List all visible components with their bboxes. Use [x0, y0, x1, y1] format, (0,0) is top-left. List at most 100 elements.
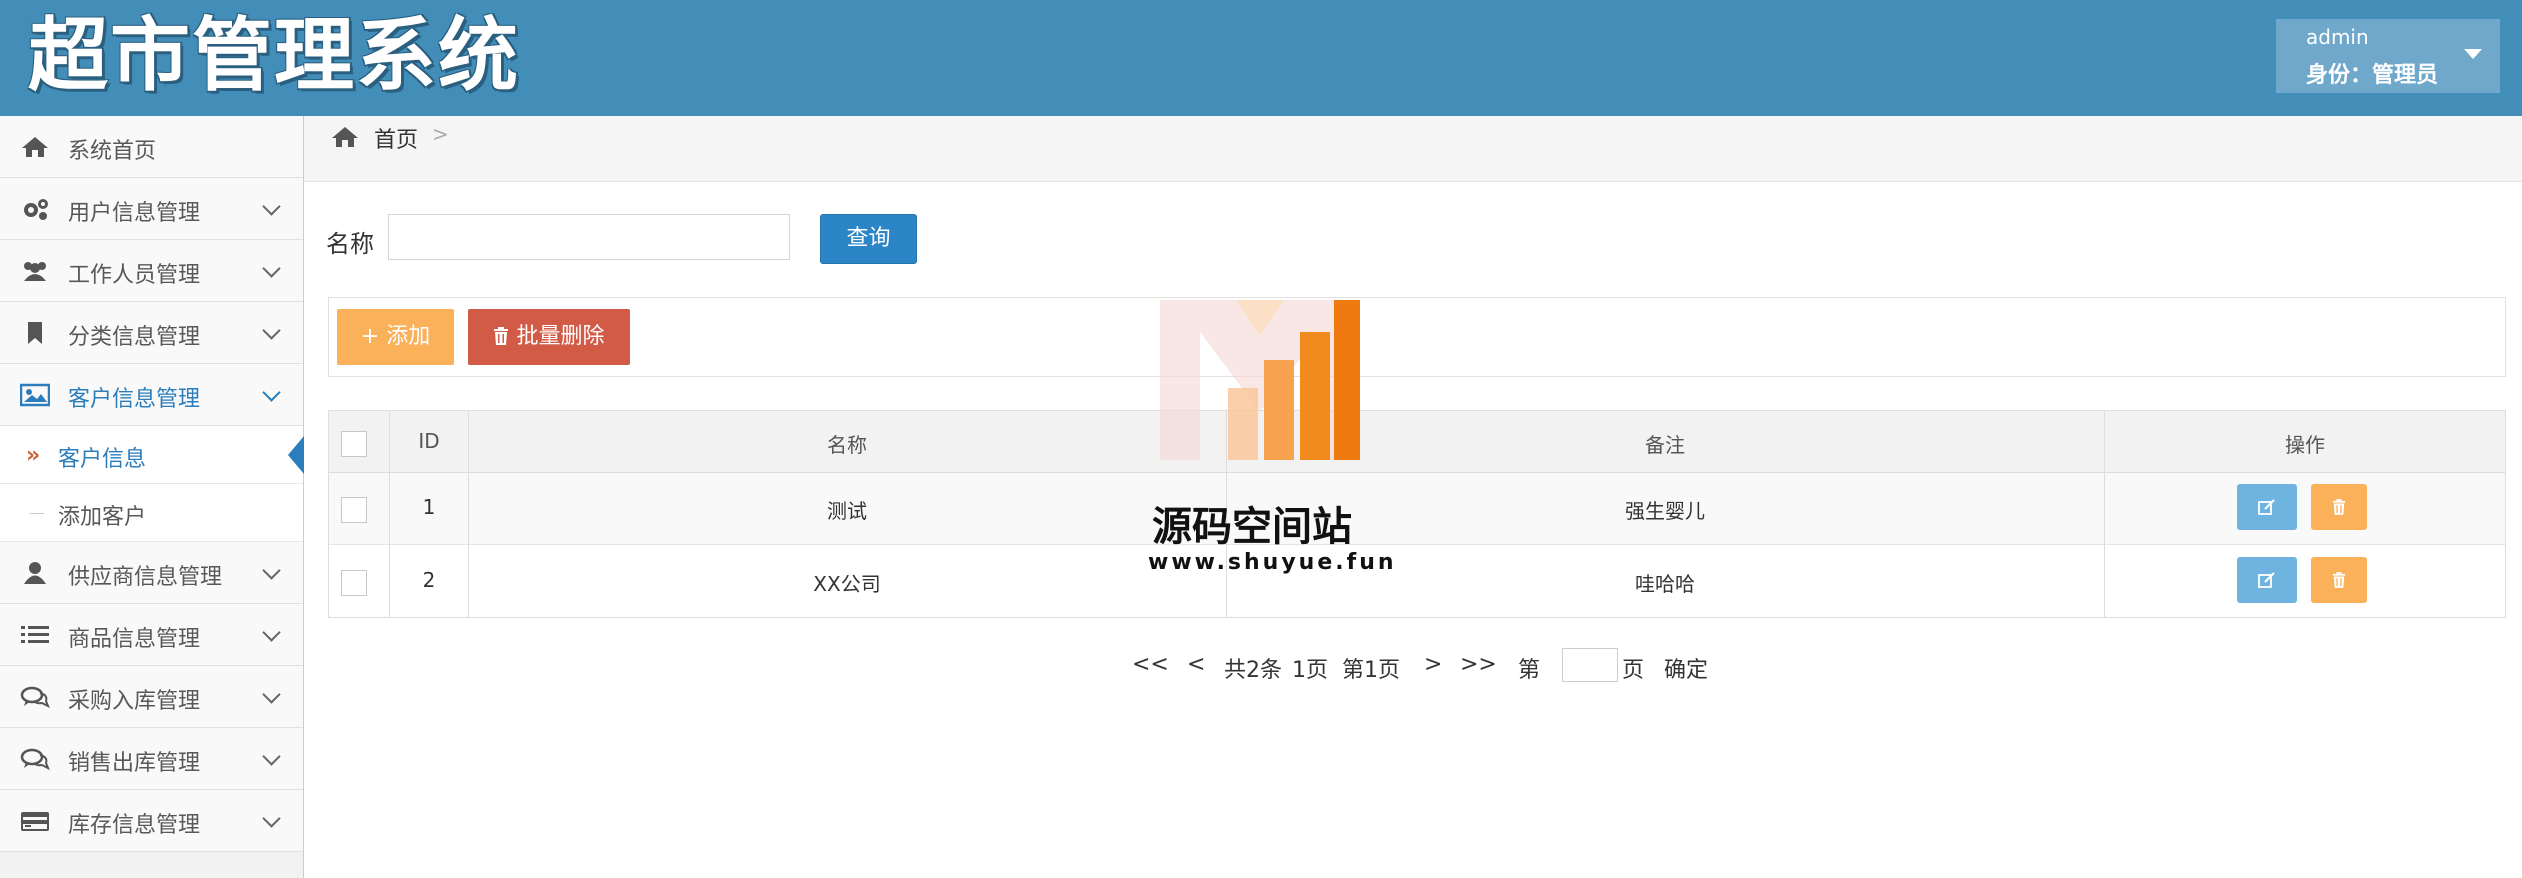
- action-toolbar: + 添加 批量删除: [328, 297, 2506, 377]
- chevron-down-icon: [262, 685, 281, 704]
- total-count: 共2条: [1224, 658, 1282, 683]
- comments-icon: [20, 748, 50, 771]
- sidebar-item-label: 供应商信息管理: [68, 565, 223, 590]
- trash-icon: [2332, 572, 2346, 588]
- sidebar-item-label: 采购入库管理: [68, 689, 201, 714]
- table-row: 2 XX公司 哇哈哈: [329, 546, 2505, 618]
- current-page: 第1页: [1342, 658, 1400, 683]
- comments-icon: [20, 686, 50, 709]
- goto-suffix: 页: [1622, 658, 1645, 683]
- chevron-down-icon: [262, 561, 281, 580]
- sidebar-subitem-add-customer[interactable]: 添加客户: [0, 484, 303, 542]
- chevron-down-icon: [262, 383, 281, 402]
- cogs-icon: [24, 199, 48, 220]
- search-input[interactable]: [388, 214, 790, 260]
- breadcrumb-separator: >: [432, 122, 449, 146]
- sidebar-item-supplier[interactable]: 供应商信息管理: [0, 542, 303, 604]
- chevron-down-icon: [262, 623, 281, 642]
- sidebar-item-label: 客户信息管理: [68, 387, 201, 412]
- cell-id: 2: [422, 568, 436, 592]
- sidebar-item-products[interactable]: 商品信息管理: [0, 604, 303, 666]
- edit-button[interactable]: [2237, 557, 2297, 603]
- active-indicator: [288, 436, 304, 474]
- row-checkbox[interactable]: [341, 497, 367, 523]
- watermark-url: www.shuyue.fun: [1148, 550, 1397, 575]
- sidebar-item-label: 系统首页: [68, 139, 157, 164]
- picture-icon: [20, 383, 50, 407]
- add-button[interactable]: + 添加: [337, 309, 454, 365]
- list-icon: [21, 626, 49, 643]
- last-page-link[interactable]: >>: [1460, 652, 1497, 677]
- goto-page-input[interactable]: [1562, 648, 1618, 682]
- credit-card-icon: [21, 812, 49, 831]
- chevron-down-icon: [262, 259, 281, 278]
- column-divider: [389, 411, 390, 617]
- dash-icon: [30, 513, 44, 514]
- trash-icon: [2332, 499, 2346, 515]
- goto-confirm-button[interactable]: 确定: [1664, 652, 1708, 684]
- delete-button[interactable]: [2311, 484, 2367, 530]
- sidebar-item-label: 分类信息管理: [68, 325, 201, 350]
- next-page-link[interactable]: >: [1424, 652, 1442, 677]
- user-role: 身份：管理员: [2306, 63, 2439, 88]
- cell-name: 测试: [827, 499, 867, 523]
- cell-name: XX公司: [813, 572, 881, 596]
- chevron-down-icon: [262, 321, 281, 340]
- sidebar-subitem-label: 客户信息: [58, 447, 147, 472]
- sidebar-item-label: 商品信息管理: [68, 627, 201, 652]
- edit-icon: [2258, 499, 2275, 515]
- column-divider: [2104, 411, 2105, 617]
- sidebar-item-purchase[interactable]: 采购入库管理: [0, 666, 303, 728]
- sidebar-item-category[interactable]: 分类信息管理: [0, 302, 303, 364]
- app-logo: 超市管理系统: [28, 9, 520, 102]
- page-count: 1页: [1292, 658, 1328, 683]
- table-row: 1 测试 强生婴儿: [329, 473, 2505, 545]
- cell-id: 1: [422, 495, 436, 519]
- chevron-down-icon: [262, 197, 281, 216]
- search-label: 名称: [326, 230, 374, 258]
- bookmark-icon: [28, 322, 42, 344]
- home-icon: [22, 137, 48, 157]
- chevron-down-icon: [262, 747, 281, 766]
- sidebar-item-inventory[interactable]: 库存信息管理: [0, 790, 303, 852]
- watermark-title: 源码空间站: [1152, 504, 1352, 550]
- sidebar-item-home[interactable]: 系统首页: [0, 116, 303, 178]
- delete-button[interactable]: [2311, 557, 2367, 603]
- sidebar-item-sales[interactable]: 销售出库管理: [0, 728, 303, 790]
- breadcrumb-home-link[interactable]: 首页: [374, 122, 418, 154]
- batch-delete-label: 批量删除: [516, 324, 605, 349]
- breadcrumb: 首页 >: [304, 116, 2522, 182]
- users-icon: [24, 262, 46, 281]
- table-header: ID 名称 备注 操作: [329, 411, 2505, 473]
- sidebar-item-users-info[interactable]: 用户信息管理: [0, 178, 303, 240]
- batch-delete-button[interactable]: 批量删除: [468, 309, 630, 365]
- top-header: 超市管理系统 admin 身份：管理员: [0, 0, 2522, 116]
- first-page-link[interactable]: <<: [1132, 652, 1169, 677]
- sidebar: 系统首页 用户信息管理 工作人员管理 分类信息管理 客户信息管理 » 客户信息 …: [0, 116, 304, 878]
- column-header-name: 名称: [827, 433, 867, 457]
- sidebar-item-label: 销售出库管理: [68, 751, 201, 776]
- search-button[interactable]: 查询: [820, 214, 917, 264]
- row-checkbox[interactable]: [341, 570, 367, 596]
- select-all-checkbox[interactable]: [341, 431, 367, 457]
- sidebar-item-label: 用户信息管理: [68, 201, 201, 226]
- double-angle-right-icon: »: [26, 443, 41, 468]
- user-menu[interactable]: admin 身份：管理员: [2276, 19, 2500, 93]
- sidebar-subitem-label: 添加客户: [58, 505, 147, 530]
- home-icon[interactable]: [330, 124, 360, 150]
- customer-table: ID 名称 备注 操作 1 测试 强生婴儿 2 XX公司 哇哈哈: [328, 410, 2506, 618]
- sidebar-subitem-customer-info[interactable]: » 客户信息: [0, 426, 304, 484]
- column-header-id: ID: [418, 429, 440, 453]
- sidebar-item-label: 库存信息管理: [68, 813, 201, 838]
- sidebar-item-label: 工作人员管理: [68, 263, 201, 288]
- sidebar-item-staff[interactable]: 工作人员管理: [0, 240, 303, 302]
- prev-page-link[interactable]: <: [1187, 652, 1205, 677]
- column-header-actions: 操作: [2285, 433, 2325, 457]
- caret-down-icon: [2464, 49, 2482, 59]
- chevron-down-icon: [262, 809, 281, 828]
- trash-icon: [494, 327, 509, 345]
- user-icon: [24, 562, 46, 584]
- column-divider: [468, 411, 469, 617]
- sidebar-item-customer[interactable]: 客户信息管理: [0, 364, 303, 426]
- edit-button[interactable]: [2237, 484, 2297, 530]
